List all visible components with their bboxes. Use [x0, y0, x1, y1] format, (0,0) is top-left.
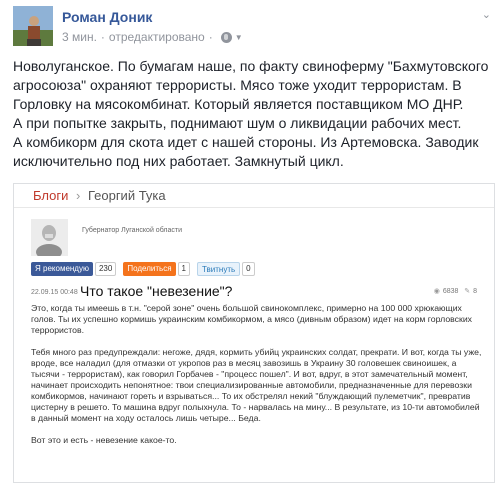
post-meta: 3 мин. · отредактировано · ▼: [62, 30, 243, 44]
globe-icon[interactable]: [220, 31, 232, 43]
author-name[interactable]: Роман Доник: [62, 9, 152, 25]
author-avatar[interactable]: [13, 6, 53, 46]
post-text-line: Новолуганское. По бумагам наше, по факту…: [13, 58, 489, 74]
views-count: 6838: [442, 288, 459, 295]
post-text-line: А при попытке закрыть, поднимают шум о л…: [13, 115, 462, 131]
comment-icon: ✎: [464, 288, 471, 295]
ok-count: 1: [177, 262, 190, 276]
post-text-line: агросоюза" охраняют террористы. Мясо тож…: [13, 77, 462, 93]
post-text: Новолуганское. По бумагам наше, по факту…: [13, 57, 495, 171]
article-paragraph: Вот это и есть - невезение какое-то.: [31, 435, 177, 445]
facebook-recommend-button: Я рекомендую: [31, 262, 93, 276]
blog-header: Блоги › Георгий Тука: [14, 184, 494, 208]
breadcrumb: Блоги › Георгий Тука: [33, 188, 166, 203]
article-paragraph: Тебя много раз предупреждали: негоже, дя…: [31, 347, 482, 423]
breadcrumb-blogs: Блоги: [33, 188, 69, 203]
shared-screenshot[interactable]: Блоги › Георгий Тука Губернатор Луганско…: [13, 183, 495, 483]
article-paragraph: Это, когда ты имеешь в т.н. "серой зоне"…: [31, 303, 473, 335]
eye-icon: ◉: [433, 288, 440, 295]
article-date: 22.09.15 00:48: [31, 289, 78, 296]
post-text-line: А комбикорм для скота идет с нашей сторо…: [13, 134, 479, 150]
comments-count: 8: [473, 288, 477, 295]
meta-separator: ·: [208, 30, 213, 44]
post-header: Роман Доник 3 мин. · отредактировано · ▼…: [13, 6, 493, 48]
post-text-line: Горловку на мясокомбинат. Который являет…: [13, 96, 464, 112]
breadcrumb-arrow-icon: ›: [75, 188, 81, 203]
chevron-down-icon[interactable]: ⌄: [482, 8, 491, 21]
blog-author-role: Губернатор Луганской области: [82, 227, 182, 234]
post-time[interactable]: 3 мин.: [62, 30, 97, 44]
caret-down-icon[interactable]: ▼: [235, 33, 243, 42]
article-stats: ◉ 6838 ✎ 8: [434, 287, 477, 295]
article-body: Это, когда ты имеешь в т.н. "серой зоне"…: [31, 303, 483, 457]
social-buttons: Я рекомендую 230 Поделиться 1 Твитнуть 0: [31, 262, 262, 276]
article-title: Что такое "невезение"?: [80, 283, 233, 299]
facebook-count: 230: [94, 262, 117, 276]
blog-author-photo: [31, 219, 68, 256]
ok-share-button: Поделиться: [123, 262, 176, 276]
breadcrumb-author: Георгий Тука: [87, 188, 166, 203]
twitter-count: 0: [242, 262, 255, 276]
twitter-button: Твитнуть: [196, 262, 241, 276]
post-text-line: исключительно под них работает. Замкнуты…: [13, 153, 344, 169]
edited-label[interactable]: отредактировано: [109, 30, 205, 44]
meta-separator: ·: [100, 30, 105, 44]
article-meta: 22.09.15 00:48 Что такое "невезение"? ◉ …: [31, 283, 481, 301]
